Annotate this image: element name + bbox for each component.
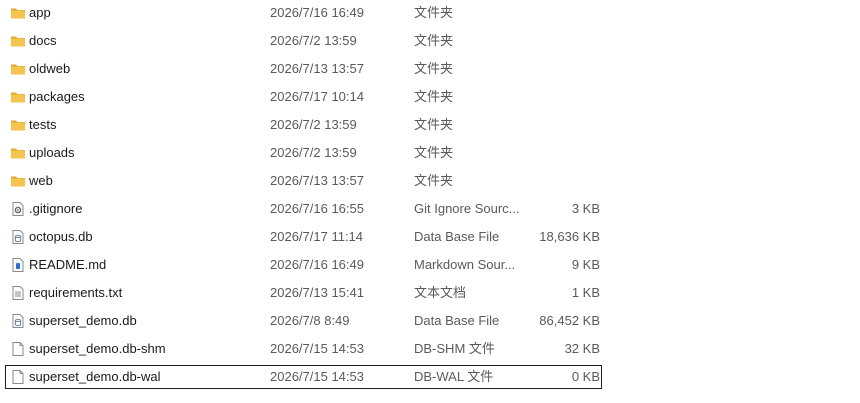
file-size — [526, 170, 600, 192]
file-size: 0 KB — [571, 369, 600, 384]
database-file-icon — [10, 229, 26, 245]
file-name: app — [29, 5, 51, 20]
file-type: Git Ignore Sourc... — [414, 201, 520, 216]
file-row[interactable]: superset_demo.db-shm 2026/7/15 14:53 DB-SH… — [5, 337, 602, 361]
file-size — [526, 142, 600, 164]
file-size — [526, 2, 600, 24]
file-name: superset_demo.db — [29, 313, 137, 328]
file-name: README.md — [29, 257, 107, 272]
file-name: octopus.db — [29, 229, 93, 244]
file-date-modified: 2026/7/15 14:53 — [270, 369, 364, 384]
file-type: 文件夹 — [414, 61, 454, 76]
file-date-modified: 2026/7/2 13:59 — [270, 145, 357, 160]
file-row[interactable]: web 2026/7/13 13:57 文件夹 — [5, 169, 602, 193]
blank-file-icon — [10, 341, 26, 357]
file-type: 文件夹 — [414, 117, 454, 132]
file-type: 文件夹 — [414, 173, 454, 188]
folder-icon — [10, 173, 26, 189]
file-size: 32 KB — [564, 341, 600, 356]
file-type: Data Base File — [414, 229, 500, 244]
file-size: 3 KB — [571, 201, 600, 216]
file-type: Markdown Sour... — [414, 257, 516, 272]
file-size: 18,636 KB — [539, 229, 600, 244]
file-name: oldweb — [29, 61, 71, 76]
file-row[interactable]: superset_demo.db 2026/7/8 8:49 Data Base F… — [5, 309, 602, 333]
file-size — [526, 30, 600, 52]
file-name: tests — [29, 117, 57, 132]
file-type: 文件夹 — [414, 89, 454, 104]
file-name: .gitignore — [29, 201, 83, 216]
text-file-icon — [10, 285, 26, 301]
file-date-modified: 2026/7/17 10:14 — [270, 89, 364, 104]
file-date-modified: 2026/7/13 13:57 — [270, 61, 364, 76]
file-date-modified: 2026/7/16 16:55 — [270, 201, 364, 216]
file-row[interactable]: octopus.db 2026/7/17 11:14 Data Base File 1… — [5, 225, 602, 249]
file-date-modified: 2026/7/16 16:49 — [270, 257, 364, 272]
file-size — [526, 86, 600, 108]
file-type: 文件夹 — [414, 33, 454, 48]
file-row[interactable]: .gitignore 2026/7/16 16:55 Git Ignore Sour… — [5, 197, 602, 221]
file-row[interactable]: README.md 2026/7/16 16:49 Markdown Sour...… — [5, 253, 602, 277]
file-row[interactable]: app 2026/7/16 16:49 文件夹 — [5, 1, 602, 25]
folder-icon — [10, 89, 26, 105]
file-name: requirements.txt — [29, 285, 123, 300]
file-type: 文件夹 — [414, 145, 454, 160]
file-size — [526, 58, 600, 80]
file-row[interactable]: docs 2026/7/2 13:59 文件夹 — [5, 29, 602, 53]
markdown-file-icon — [10, 257, 26, 273]
file-name: web — [29, 173, 53, 188]
file-row[interactable]: uploads 2026/7/2 13:59 文件夹 — [5, 141, 602, 165]
folder-icon — [10, 5, 26, 21]
file-date-modified: 2026/7/17 11:14 — [270, 229, 364, 244]
gear-file-icon — [10, 201, 26, 217]
file-size — [526, 114, 600, 136]
file-name: packages — [29, 89, 85, 104]
folder-icon — [10, 33, 26, 49]
file-row[interactable]: tests 2026/7/2 13:59 文件夹 — [5, 113, 602, 137]
file-type: DB-WAL 文件 — [414, 369, 494, 384]
file-type: 文本文档 — [414, 285, 467, 300]
file-row[interactable]: superset_demo.db-wal 2026/7/15 14:53 DB-WA… — [5, 365, 602, 389]
blank-file-icon — [10, 369, 26, 385]
file-row[interactable]: packages 2026/7/17 10:14 文件夹 — [5, 85, 602, 109]
file-row[interactable]: requirements.txt 2026/7/13 15:41 文本文档 1 KB — [5, 281, 602, 305]
file-date-modified: 2026/7/13 13:57 — [270, 173, 364, 188]
file-size: 9 KB — [571, 257, 600, 272]
file-row[interactable]: oldweb 2026/7/13 13:57 文件夹 — [5, 57, 602, 81]
file-date-modified: 2026/7/2 13:59 — [270, 117, 357, 132]
file-size: 1 KB — [571, 285, 600, 300]
file-name: superset_demo.db-wal — [29, 369, 161, 384]
file-name: uploads — [29, 145, 75, 160]
file-date-modified: 2026/7/15 14:53 — [270, 341, 364, 356]
file-date-modified: 2026/7/8 8:49 — [270, 313, 350, 328]
file-type: Data Base File — [414, 313, 500, 328]
file-name: superset_demo.db-shm — [29, 341, 166, 356]
file-name: docs — [29, 33, 57, 48]
file-size: 86,452 KB — [539, 313, 600, 328]
file-date-modified: 2026/7/2 13:59 — [270, 33, 357, 48]
file-date-modified: 2026/7/16 16:49 — [270, 5, 364, 20]
folder-icon — [10, 145, 26, 161]
database-file-icon — [10, 313, 26, 329]
file-type: DB-SHM 文件 — [414, 341, 495, 356]
file-type: 文件夹 — [414, 5, 454, 20]
folder-icon — [10, 117, 26, 133]
folder-icon — [10, 61, 26, 77]
file-date-modified: 2026/7/13 15:41 — [270, 285, 364, 300]
